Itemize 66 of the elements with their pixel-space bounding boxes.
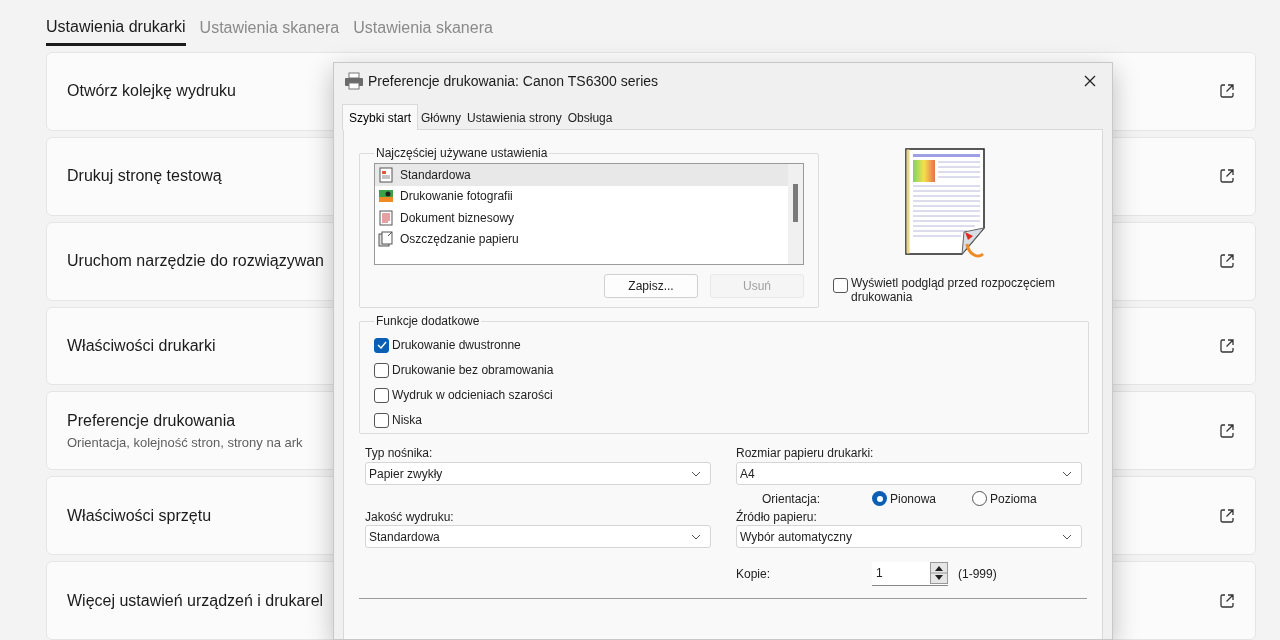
radio-label: Pozioma <box>990 490 1037 508</box>
field-label: Rozmiar papieru drukarki: <box>736 445 875 462</box>
checkbox[interactable] <box>374 337 389 353</box>
checkbox[interactable] <box>374 387 389 403</box>
button[interactable]: Zapisz... <box>604 274 698 298</box>
list-item[interactable]: Standardowa <box>375 164 788 186</box>
list-item[interactable]: Dokument biznesowy <box>375 207 788 229</box>
tab[interactable]: Szybki start <box>342 104 418 130</box>
field-label: Źródło papieru: <box>736 508 818 525</box>
dropdown[interactable]: Papier zwykły <box>365 462 711 485</box>
preset-icon <box>378 231 394 248</box>
card-title: Preferencje drukowania <box>67 411 237 432</box>
field-label: Typ nośnika: <box>365 445 434 462</box>
external-link-icon <box>1219 422 1235 439</box>
checkbox-label: Drukowanie bez obramowania <box>392 362 554 379</box>
chevron-down-icon <box>691 470 701 477</box>
external-link-icon <box>1219 253 1235 270</box>
chevron-down-icon <box>691 533 701 540</box>
card-title: Drukuj stronę testową <box>67 166 222 187</box>
list-item[interactable]: Oszczędzanie papieru <box>375 228 788 250</box>
chevron-down-icon <box>1062 533 1072 540</box>
checkbox-label: Drukowanie dwustronne <box>392 337 521 354</box>
dropdown[interactable]: Standardowa <box>365 525 711 548</box>
tab[interactable]: Obsługa <box>564 107 616 129</box>
checkbox[interactable] <box>833 278 848 293</box>
checkbox[interactable] <box>374 412 389 428</box>
tab[interactable]: Główny <box>418 107 465 129</box>
checkbox-label: Niska <box>392 412 422 429</box>
field-label: Orientacja: <box>762 490 822 508</box>
field-label: Kopie: <box>736 565 772 583</box>
group-title: Najczęściej używane ustawienia <box>375 145 549 162</box>
checkbox-label: Wyświetl podgląd przed rozpoczęciem drukowania <box>851 276 1056 304</box>
card-title: Więcej ustawień urządzeń i drukarel <box>67 590 324 611</box>
dropdown[interactable]: A4 <box>736 462 1082 485</box>
printer-icon <box>344 72 364 90</box>
card-title: Uruchom narzędzie do rozwiązywan <box>67 251 324 272</box>
radio-button[interactable] <box>972 491 987 506</box>
close-icon <box>1084 75 1096 87</box>
card-title: Właściwości sprzętu <box>67 505 212 526</box>
window-title: Preferencje drukowania: Canon TS6300 series <box>368 71 659 91</box>
external-link-icon <box>1219 168 1235 185</box>
tab[interactable]: Ustawienia strony <box>464 107 565 129</box>
scrollbar[interactable] <box>788 164 803 264</box>
chevron-down-icon <box>1062 470 1072 477</box>
card-subtitle: Orientacja, kolejność stron, strony na ark <box>67 434 303 453</box>
external-link-icon <box>1219 507 1235 524</box>
checkbox-label: Wydruk w odcieniach szarości <box>392 387 553 404</box>
external-link-icon <box>1219 83 1235 100</box>
tab[interactable]: Ustawienia drukarki <box>46 10 186 46</box>
field-label: Jakość wydruku: <box>365 509 455 525</box>
external-link-icon <box>1219 592 1235 609</box>
external-link-icon <box>1219 338 1235 354</box>
range-hint: (1-999) <box>958 565 997 583</box>
list-item[interactable]: Drukowanie fotografii <box>375 185 788 207</box>
card-title: Otwórz kolejkę wydruku <box>67 81 236 102</box>
preset-icon <box>378 209 394 226</box>
radio-label: Pionowa <box>890 490 937 508</box>
card-title: Właściwości drukarki <box>67 336 216 356</box>
copies-spinner[interactable]: 1 <box>872 561 948 586</box>
preset-icon <box>378 166 394 183</box>
dropdown[interactable]: Wybór automatyczny <box>736 525 1082 548</box>
radio-button[interactable] <box>872 491 887 506</box>
spin-arrows-icon[interactable] <box>930 562 948 584</box>
checkbox[interactable] <box>374 362 389 378</box>
preset-icon <box>378 188 394 205</box>
group-title: Funkcje dodatkowe <box>375 313 481 330</box>
